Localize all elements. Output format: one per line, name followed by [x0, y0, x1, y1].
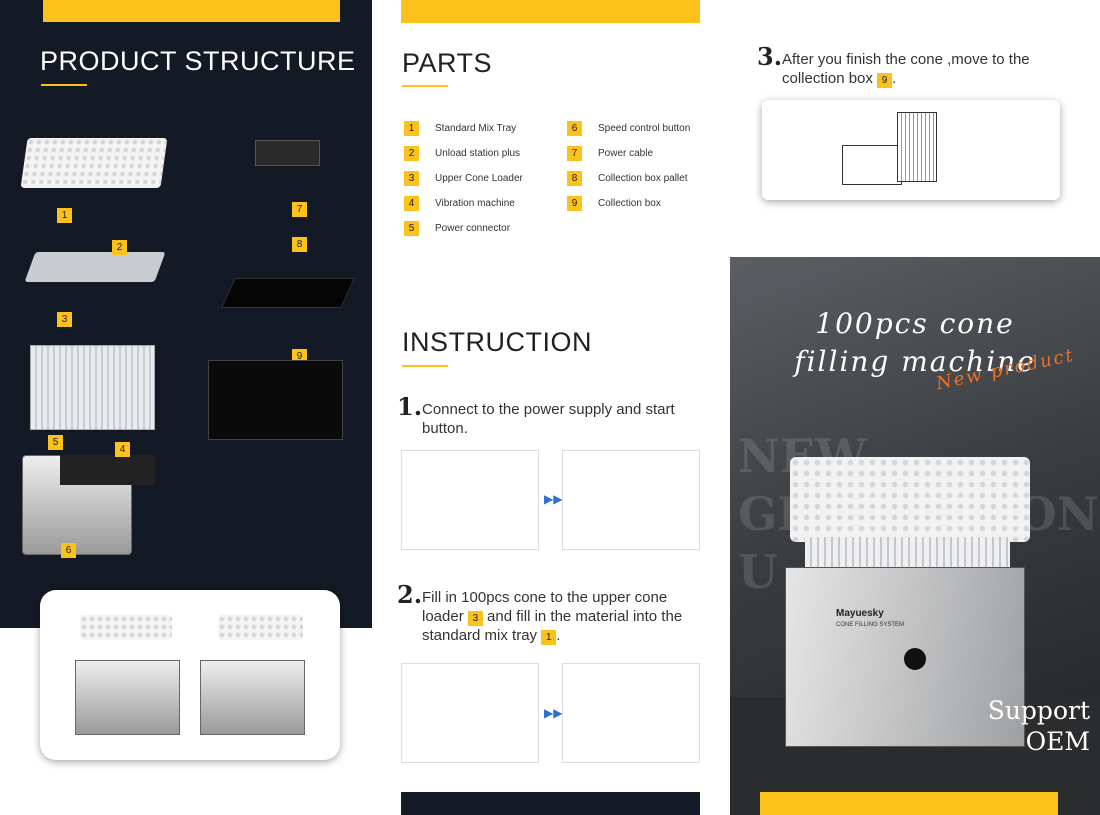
- part-label: Collection box pallet: [598, 173, 688, 184]
- product-structure-panel: PRODUCT STRUCTURE 1 2 3 5 4 6 7 8 9: [0, 0, 372, 628]
- part-item: 1 Standard Mix Tray: [404, 121, 516, 136]
- step-3-text: After you finish the cone ,move to the c…: [782, 50, 1082, 88]
- part-label: Power cable: [598, 148, 654, 159]
- instruction-title: INSTRUCTION: [402, 327, 592, 357]
- step-2-text: Fill in 100pcs cone to the upper cone lo…: [422, 588, 707, 645]
- power-cable-image: [255, 140, 320, 166]
- label-6: 6: [61, 543, 76, 558]
- part-label: Unload station plus: [435, 148, 521, 159]
- part-number: 8: [567, 171, 582, 186]
- speed-knob-icon: [904, 648, 926, 670]
- part-label: Upper Cone Loader: [435, 173, 523, 184]
- section-title: PRODUCT STRUCTURE: [40, 46, 356, 76]
- arrow-right-icon: ▶▶: [544, 706, 563, 720]
- dark-bar: [401, 792, 700, 815]
- part-number: 9: [567, 196, 582, 211]
- step-3-text-end: .: [892, 70, 897, 87]
- collection-box-image: [208, 360, 343, 440]
- title-underline: [41, 84, 87, 86]
- support-oem: Support OEM: [980, 695, 1090, 757]
- part-label: Collection box: [598, 198, 661, 209]
- part-label: Speed control button: [598, 123, 691, 134]
- arrow-right-icon: ▶▶: [544, 492, 563, 506]
- part-item: 4 Vibration machine: [404, 196, 515, 211]
- accent-bar: [401, 0, 700, 23]
- sketch-box: [897, 112, 937, 182]
- label-8: 8: [292, 237, 307, 252]
- poster-title-line: 100pcs cone: [815, 307, 1015, 340]
- label-4: 4: [115, 442, 130, 457]
- poster-tray: [790, 457, 1030, 542]
- step-3-text-main: After you finish the cone ,move to the c…: [782, 51, 1030, 87]
- step-1-sketch-b: [562, 450, 700, 550]
- brand-subtitle: CONE FILLING SYSTEM: [836, 622, 905, 628]
- parts-title: PARTS: [402, 48, 493, 78]
- unload-station-image: [24, 252, 166, 282]
- step-2-badge: 3: [467, 611, 483, 626]
- machine-top: [60, 455, 155, 485]
- part-number: 3: [404, 171, 419, 186]
- label-7: 7: [292, 202, 307, 217]
- brand-logo: Mayuesky: [836, 608, 884, 619]
- part-number: 7: [567, 146, 582, 161]
- part-label: Power connector: [435, 223, 511, 234]
- part-number: 1: [404, 121, 419, 136]
- label-5: 5: [48, 435, 63, 450]
- part-label: Standard Mix Tray: [435, 123, 517, 134]
- part-item: 9 Collection box: [567, 196, 661, 211]
- accent-bar: [43, 0, 340, 22]
- part-item: 6 Speed control button: [567, 121, 690, 136]
- oem-text: OEM: [1025, 727, 1090, 756]
- mix-tray-image: [20, 138, 168, 188]
- part-number: 6: [567, 121, 582, 136]
- machine-photo-1: [75, 660, 180, 735]
- tray-photo-2: [218, 615, 303, 640]
- part-item: 5 Power connector: [404, 221, 510, 236]
- sketch-machine: [842, 145, 902, 185]
- part-item: 2 Unload station plus: [404, 146, 520, 161]
- part-number: 2: [404, 146, 419, 161]
- step-2-number: 2.: [397, 580, 423, 609]
- support-text: Support: [987, 696, 1090, 725]
- tray-photo-1: [80, 615, 172, 640]
- product-poster: NEW GENERATION U 100pcs cone filling mac…: [730, 257, 1100, 815]
- step-3-sketch: [762, 100, 1060, 200]
- part-number: 5: [404, 221, 419, 236]
- accent-bar: [760, 792, 1058, 815]
- step-2-sketch-a: [401, 663, 539, 763]
- machine-photo-2: [200, 660, 305, 735]
- cone-loader-image: [30, 345, 155, 430]
- part-label: Vibration machine: [435, 198, 515, 209]
- step-2-text-c: .: [556, 627, 561, 644]
- collection-pallet-image: [221, 278, 355, 308]
- part-number: 4: [404, 196, 419, 211]
- step-1-number: 1.: [397, 392, 423, 421]
- label-3: 3: [57, 312, 72, 327]
- part-item: 7 Power cable: [567, 146, 653, 161]
- part-item: 8 Collection box pallet: [567, 171, 688, 186]
- product-photo-card: [40, 590, 340, 760]
- step-1-text: Connect to the power supply and start bu…: [422, 401, 675, 437]
- step-3-badge: 9: [877, 73, 893, 88]
- label-2: 2: [112, 240, 127, 255]
- step-2-badge: 1: [541, 630, 557, 645]
- title-underline: [402, 365, 448, 367]
- step-2-sketch-b: [562, 663, 700, 763]
- part-item: 3 Upper Cone Loader: [404, 171, 523, 186]
- step-3-number: 3.: [757, 42, 783, 71]
- title-underline: [402, 85, 448, 87]
- label-1: 1: [57, 208, 72, 223]
- step-1-sketch-a: [401, 450, 539, 550]
